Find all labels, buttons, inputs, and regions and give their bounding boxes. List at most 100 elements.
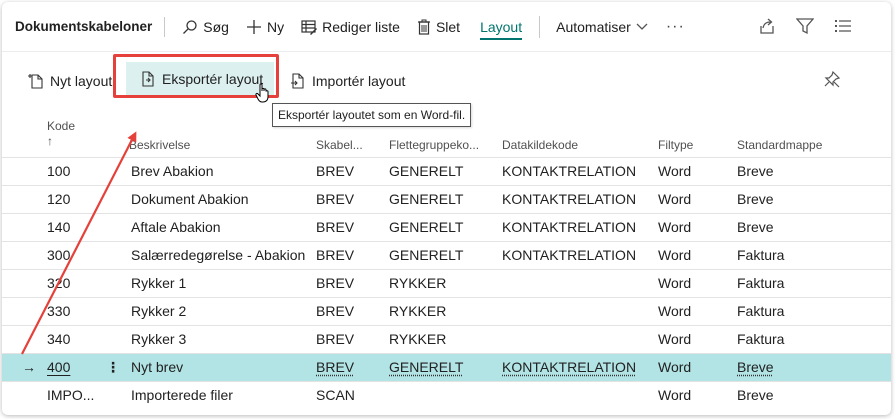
cell-description: Importerede filer	[131, 387, 233, 403]
cell-template: BREV	[316, 275, 355, 291]
plus-icon	[246, 19, 261, 34]
cell-description[interactable]: Nyt brev	[131, 354, 183, 381]
cell-default-folder: Breve	[737, 191, 774, 207]
cell-filetype: Word	[658, 331, 692, 347]
cell-datasource: KONTAKTRELATION	[502, 163, 637, 179]
cell-code[interactable]: 330	[47, 298, 70, 325]
cell-filetype: Word	[658, 191, 692, 207]
table-row[interactable]: 340 Rykker 3 BREV RYKKER Word Faktura	[2, 326, 891, 354]
cell-default-folder: Breve	[737, 219, 774, 235]
cell-template[interactable]: BREV	[316, 354, 354, 381]
cell-filetype[interactable]: Word	[658, 354, 691, 381]
column-header-code[interactable]: Kode ↑	[47, 119, 75, 149]
trash-icon	[417, 19, 430, 35]
table-row[interactable]: 330 Rykker 2 BREV RYKKER Word Faktura	[2, 298, 891, 326]
cell-code[interactable]: 120	[47, 186, 70, 213]
import-layout-button[interactable]: Importér layout	[284, 64, 411, 98]
column-header-template[interactable]: Skabel...	[316, 138, 363, 152]
table-body: 100 Brev Abakion BREV GENERELT KONTAKTRE…	[2, 158, 891, 410]
tab-layout[interactable]: Layout	[480, 17, 523, 40]
cell-template: SCAN	[316, 387, 355, 403]
cell-description: Salærredegørelse - Abakion	[131, 247, 306, 263]
cell-default-folder: Faktura	[737, 275, 785, 291]
column-header-description[interactable]: Beskrivelse	[129, 138, 190, 152]
cell-filetype: Word	[658, 387, 692, 403]
page-utility-icons	[757, 16, 853, 36]
cell-merge-group[interactable]: GENERELT	[389, 354, 463, 381]
import-document-icon	[291, 73, 304, 89]
table-row[interactable]: 120 Dokument Abakion BREV GENERELT KONTA…	[2, 186, 891, 214]
automate-menu[interactable]: Automatiser	[556, 19, 648, 35]
cell-filetype: Word	[658, 303, 692, 319]
cell-code[interactable]: 320	[47, 270, 70, 297]
table-row[interactable]: 300 Salærredegørelse - Abakion BREV GENE…	[2, 242, 891, 270]
new-layout-button[interactable]: Nyt layout	[22, 64, 118, 98]
pin-off-icon[interactable]	[823, 70, 841, 91]
cell-merge-group: RYKKER	[389, 331, 447, 347]
search-icon	[183, 19, 197, 34]
table-header: Kode ↑ Beskrivelse Skabel... Flettegrupp…	[2, 116, 891, 158]
column-header-merge-group[interactable]: Flettegruppeko...	[389, 138, 479, 152]
selected-row-arrow-icon: →	[22, 359, 36, 375]
column-header-filetype[interactable]: Filtype	[658, 138, 693, 152]
hand-cursor-icon	[255, 82, 273, 107]
column-code-label: Kode	[47, 119, 76, 133]
new-label: Ny	[266, 18, 285, 35]
edit-list-label: Rediger liste	[322, 18, 400, 35]
chevron-down-icon	[636, 23, 648, 30]
cell-default-folder: Faktura	[737, 247, 785, 263]
automate-label: Automatiser	[556, 18, 631, 35]
new-button[interactable]: Ny	[246, 19, 284, 35]
cell-default-folder: Breve	[737, 163, 774, 179]
cell-code[interactable]: 400	[47, 354, 70, 381]
cell-merge-group: GENERELT	[389, 163, 464, 179]
delete-button[interactable]: Slet	[417, 19, 460, 35]
cell-datasource: KONTAKTRELATION	[502, 191, 637, 207]
cell-filetype: Word	[658, 275, 692, 291]
cell-merge-group: GENERELT	[389, 247, 464, 263]
cell-code[interactable]: 300	[47, 242, 70, 269]
column-header-datasource[interactable]: Datakildekode	[502, 138, 578, 152]
cell-filetype: Word	[658, 219, 692, 235]
cell-template: BREV	[316, 163, 355, 179]
cell-code[interactable]: IMPO...	[47, 382, 94, 409]
table-row[interactable]: 140 Aftale Abakion BREV GENERELT KONTAKT…	[2, 214, 891, 242]
cell-default-folder[interactable]: Breve	[737, 354, 774, 381]
edit-list-icon	[301, 19, 318, 35]
search-button[interactable]: Søg	[182, 19, 229, 35]
cell-merge-group: RYKKER	[389, 303, 447, 319]
toolbar-divider	[539, 15, 541, 38]
cell-description: Rykker 1	[131, 275, 187, 291]
share-icon[interactable]	[757, 16, 777, 36]
edit-list-button[interactable]: Rediger liste	[301, 19, 400, 35]
cell-code[interactable]: 100	[47, 158, 70, 185]
cell-description: Aftale Abakion	[131, 219, 221, 235]
cell-template: BREV	[316, 303, 355, 319]
cell-template: BREV	[316, 247, 355, 263]
table-row[interactable]: 320 Rykker 1 BREV RYKKER Word Faktura	[2, 270, 891, 298]
column-header-default-folder[interactable]: Standardmappe	[737, 138, 822, 152]
table-row[interactable]: IMPO... Importerede filer SCAN Word Brev…	[2, 382, 891, 410]
cell-default-folder: Faktura	[737, 331, 785, 347]
cell-code[interactable]: 140	[47, 214, 70, 241]
sort-ascending-icon: ↑	[47, 134, 53, 148]
filter-icon[interactable]	[795, 16, 815, 36]
cell-merge-group: GENERELT	[389, 219, 464, 235]
cell-description: Brev Abakion	[131, 163, 214, 179]
table-row-selected[interactable]: → 400 ⋮ Nyt brev BREV GENERELT KONTAKTRE…	[2, 354, 891, 382]
list-view-icon[interactable]	[833, 16, 853, 36]
cell-filetype: Word	[658, 163, 692, 179]
cell-default-folder: Faktura	[737, 303, 785, 319]
app-window: Dokumentskabeloner Søg Ny Rediger liste …	[2, 2, 891, 415]
table-row[interactable]: 100 Brev Abakion BREV GENERELT KONTAKTRE…	[2, 158, 891, 186]
cell-datasource[interactable]: KONTAKTRELATION	[502, 354, 636, 381]
cell-description: Dokument Abakion	[131, 191, 249, 207]
action-bar: Dokumentskabeloner Søg Ny Rediger liste …	[2, 2, 891, 52]
cell-merge-group: GENERELT	[389, 191, 464, 207]
cell-datasource: KONTAKTRELATION	[502, 219, 637, 235]
cell-code[interactable]: 340	[47, 326, 70, 353]
more-options-button[interactable]: ···	[666, 18, 685, 36]
new-document-icon	[28, 74, 43, 89]
row-menu-button[interactable]: ⋮	[106, 354, 120, 381]
new-layout-label: Nyt layout	[50, 73, 113, 89]
